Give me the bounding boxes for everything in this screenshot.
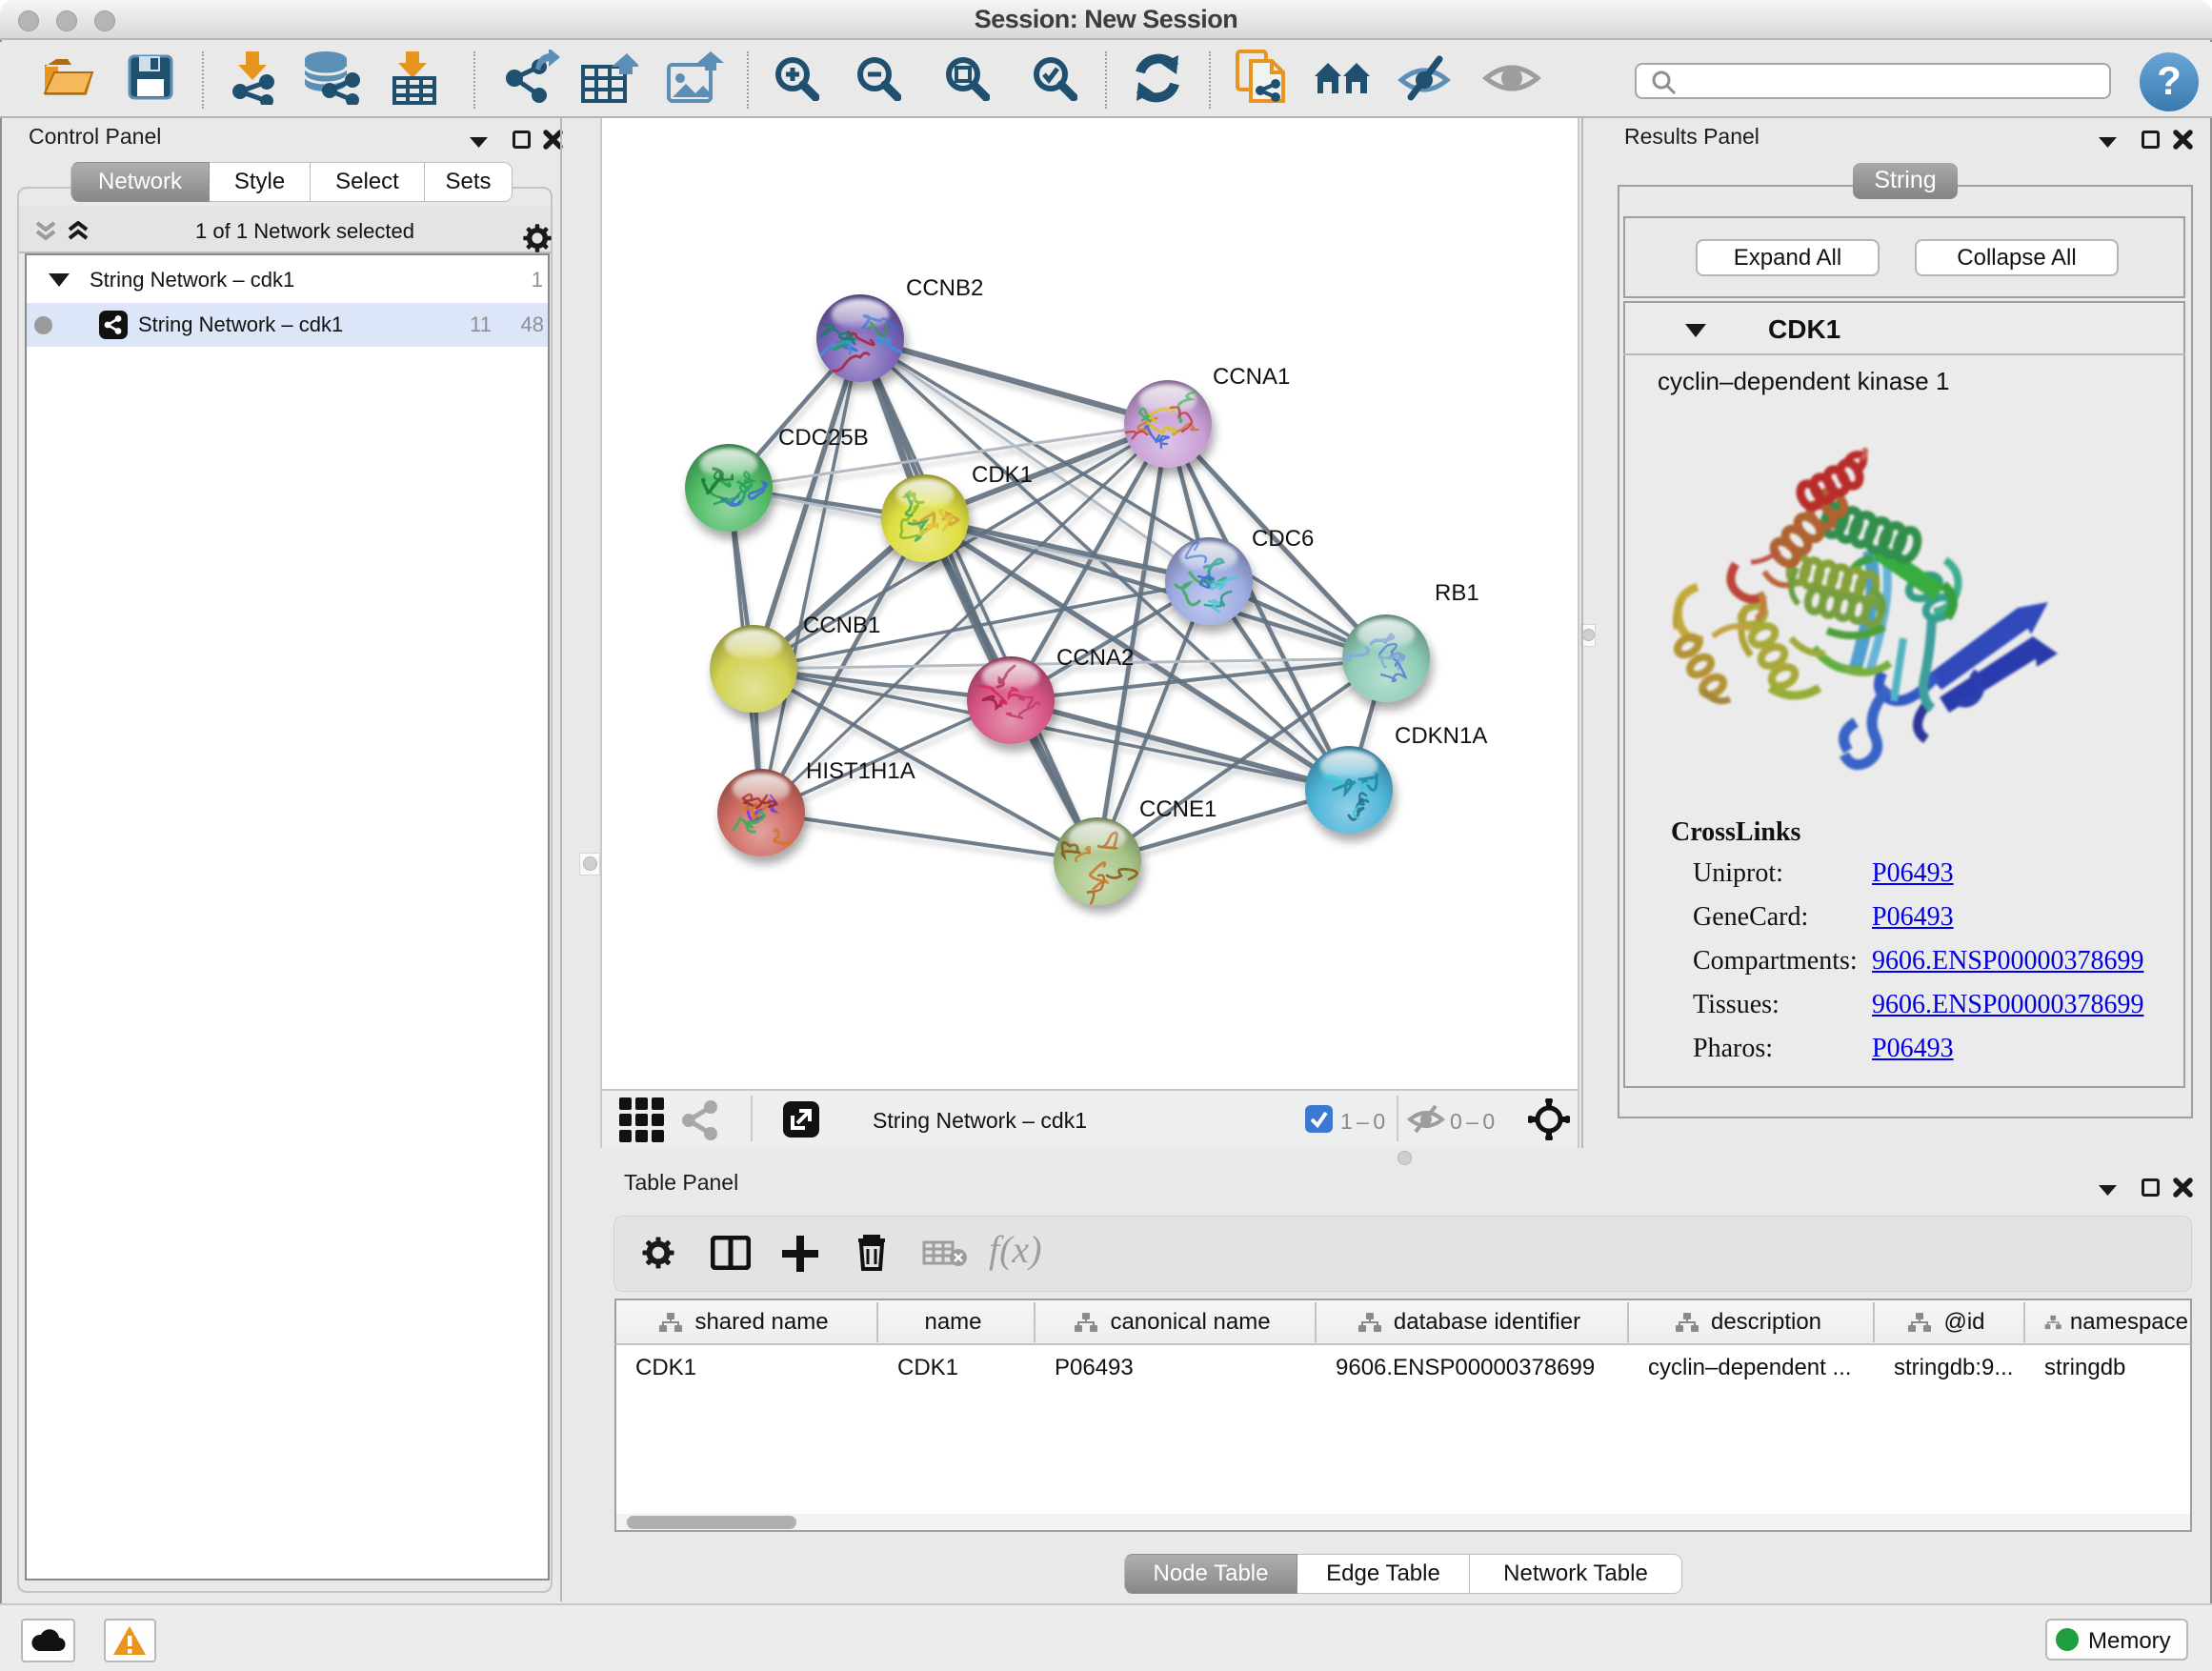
svg-text:HIST1H1A: HIST1H1A — [806, 758, 915, 784]
svg-text:CDC25B: CDC25B — [778, 425, 869, 451]
svg-text:CCNE1: CCNE1 — [1139, 796, 1217, 822]
svg-text:CCNB2: CCNB2 — [906, 275, 983, 301]
svg-text:CCNB1: CCNB1 — [803, 613, 880, 638]
svg-text:CCNA1: CCNA1 — [1213, 364, 1290, 390]
svg-text:RB1: RB1 — [1435, 580, 1479, 606]
svg-text:CDC6: CDC6 — [1252, 526, 1314, 552]
svg-text:CCNA2: CCNA2 — [1056, 645, 1134, 671]
svg-text:CDK1: CDK1 — [972, 462, 1033, 488]
svg-text:CDKN1A: CDKN1A — [1395, 723, 1487, 749]
